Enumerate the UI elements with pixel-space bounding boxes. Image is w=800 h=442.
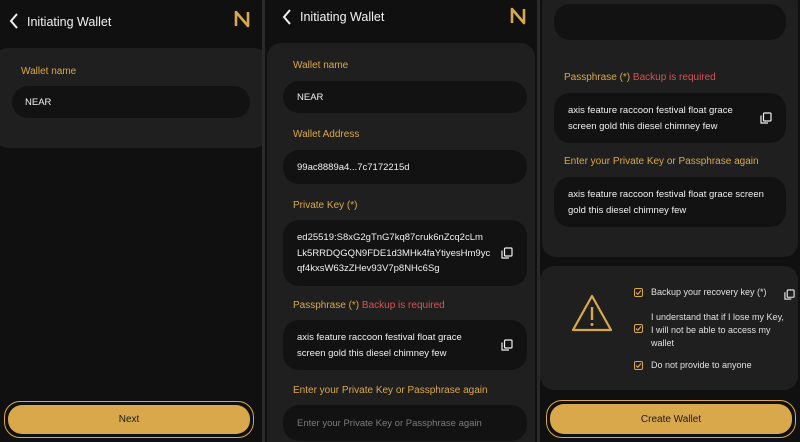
- reenter-label: Enter your Private Key or Passphrase aga…: [293, 385, 488, 396]
- reenter-label: Enter your Private Key or Passphrase aga…: [564, 156, 759, 167]
- checkbox-backup-label: Backup your recovery key (*): [651, 286, 767, 299]
- check-line: wallet: [651, 338, 675, 348]
- private-key-line: ed25519:S8xG2gTnG7kq87cruk6nZcq2cLm: [297, 232, 483, 243]
- check-line: Do not provide to anyone: [651, 360, 752, 370]
- wallet-address-label: Wallet Address: [293, 129, 360, 140]
- create-wallet-button[interactable]: Create Wallet: [550, 404, 792, 434]
- scrolled-field-bottom: [554, 4, 786, 40]
- passphrase-field[interactable]: axis feature raccoon festival float grac…: [283, 320, 527, 370]
- passphrase-label-text: Passphrase (*): [564, 72, 631, 83]
- backup-required-text: Backup is required: [361, 300, 445, 311]
- wallet-details-card: Wallet name NEAR Wallet Address 99ac8889…: [267, 43, 535, 442]
- passphrase-field[interactable]: axis feature raccoon festival float grac…: [554, 93, 786, 143]
- wallet-name-label: Wallet name: [21, 66, 77, 77]
- copy-icon[interactable]: [501, 339, 513, 351]
- private-key-line: Lk5RRDQGQN9FDE1d3MHk4faYtiyesHm9yc: [297, 247, 491, 259]
- check-line: I will not be able to access my: [651, 325, 771, 335]
- wallet-name-field[interactable]: NEAR: [283, 81, 527, 113]
- screen-wallet-details: Initiating Wallet Wallet name NEAR Walle…: [265, 0, 537, 442]
- page-title: Initiating Wallet: [300, 10, 385, 24]
- screen-wallet-name: Initiating Wallet Wallet name NEAR Next: [0, 0, 262, 442]
- passphrase-card: Passphrase (*) Backup is required axis f…: [542, 0, 798, 257]
- wallet-address-field[interactable]: 99ac8889a4...7c7172215d: [283, 150, 527, 184]
- copy-icon[interactable]: [501, 247, 513, 259]
- private-key-line: qf4kxsW63zZHev93V7p8NHc6Sg: [297, 263, 440, 274]
- near-logo-icon: [233, 10, 251, 28]
- passphrase-line: screen gold this diesel chimney few: [568, 120, 718, 132]
- checkbox-understand[interactable]: [634, 324, 643, 333]
- checkbox-do-not-share[interactable]: [634, 361, 643, 370]
- reenter-line: gold this diesel chimney few: [568, 204, 687, 216]
- reenter-input[interactable]: axis feature raccoon festival float grac…: [554, 177, 786, 227]
- wallet-card: Wallet name NEAR: [0, 48, 262, 148]
- confirmation-card: Backup your recovery key (*) I understan…: [540, 266, 798, 390]
- check-line: I understand that if I lose my Key,: [651, 312, 784, 322]
- next-button[interactable]: Next: [8, 405, 250, 434]
- checkbox-backup[interactable]: [634, 288, 643, 297]
- copy-icon[interactable]: [784, 287, 795, 300]
- header: Initiating Wallet: [0, 0, 262, 44]
- wallet-name-label: Wallet name: [293, 60, 349, 71]
- passphrase-line: axis feature raccoon festival float grac…: [297, 332, 462, 343]
- copy-icon[interactable]: [760, 112, 772, 124]
- checkbox-understand-label: I understand that if I lose my Key, I wi…: [651, 311, 784, 350]
- passphrase-line: screen gold this diesel chimney few: [297, 347, 447, 359]
- wallet-name-field[interactable]: NEAR: [12, 86, 250, 118]
- reenter-line: axis feature raccoon festival float grac…: [568, 189, 764, 200]
- header: Initiating Wallet: [265, 0, 537, 44]
- check-line: Backup your recovery key (*): [651, 287, 767, 297]
- checkbox-do-not-share-label: Do not provide to anyone: [651, 359, 752, 372]
- near-logo-icon: [509, 7, 527, 25]
- private-key-label: Private Key (*): [293, 200, 358, 211]
- chevron-left-icon[interactable]: [8, 12, 20, 30]
- warning-icon: [570, 293, 614, 333]
- passphrase-line: axis feature raccoon festival float grac…: [568, 105, 733, 116]
- passphrase-label: Passphrase (*) Backup is required: [564, 72, 716, 83]
- reenter-input[interactable]: Enter your Private Key or Passphrase aga…: [283, 405, 527, 441]
- passphrase-label: Passphrase (*) Backup is required: [293, 300, 445, 311]
- backup-required-text: Backup is required: [632, 72, 716, 83]
- page-title: Initiating Wallet: [27, 15, 112, 29]
- private-key-field[interactable]: ed25519:S8xG2gTnG7kq87cruk6nZcq2cLm Lk5R…: [283, 220, 527, 286]
- screen-confirm-backup: Initiating Wallet Passphrase (*) Backup …: [540, 0, 800, 442]
- chevron-left-icon[interactable]: [281, 8, 293, 26]
- passphrase-label-text: Passphrase (*): [293, 300, 360, 311]
